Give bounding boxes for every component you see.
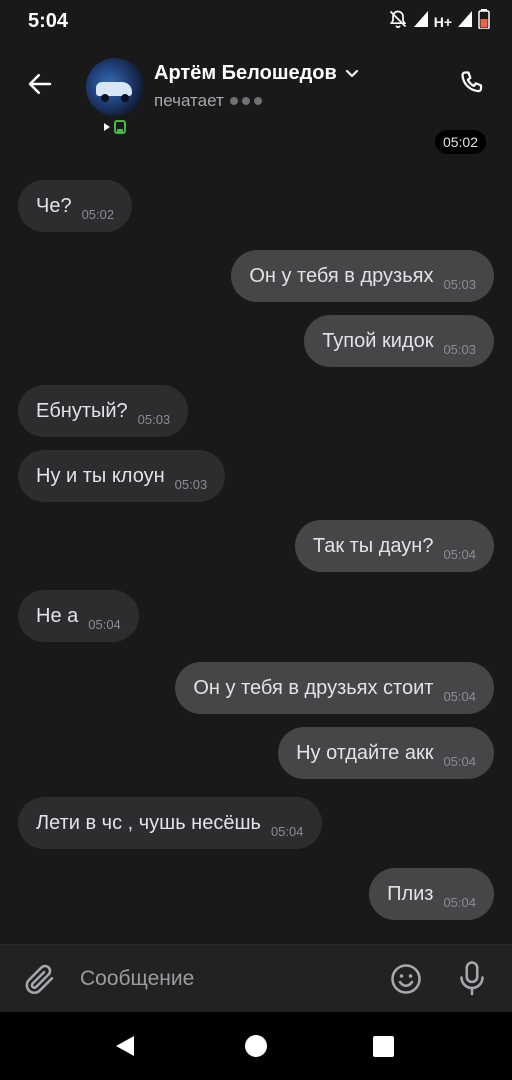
typing-status: печатает xyxy=(154,91,224,110)
message-text: Плиз xyxy=(387,882,434,905)
message-time: 05:04 xyxy=(443,688,476,704)
online-mobile-icon xyxy=(104,120,128,139)
attach-button[interactable] xyxy=(22,961,58,997)
message-time: 05:02 xyxy=(81,206,115,222)
back-button[interactable] xyxy=(22,66,58,102)
status-bar: 5:04 H+ xyxy=(0,0,512,44)
message-text: Ну и ты клоун xyxy=(36,464,165,487)
message-text: Так ты даун? xyxy=(312,534,434,557)
outgoing-message-bubble[interactable]: Так ты даун? 05:04 xyxy=(294,520,494,572)
message-text: Он у тебя в друзьях стоит xyxy=(193,676,434,699)
message-time: 05:03 xyxy=(174,476,208,492)
composer xyxy=(0,944,512,1012)
message-row: Че? 05:02 xyxy=(0,180,512,232)
voice-button[interactable] xyxy=(454,959,490,999)
battery-icon xyxy=(478,9,490,34)
message-list: Че? 05:02 Он у тебя в друзьях 05:03 Тупой ки… xyxy=(0,180,512,940)
outgoing-message-bubble[interactable]: Он у тебя в друзьях 05:03 xyxy=(231,250,494,302)
incoming-message-bubble[interactable]: Че? 05:02 xyxy=(18,180,133,232)
incoming-message-bubble[interactable]: Ну и ты клоун 05:03 xyxy=(18,450,226,502)
arrow-left-icon xyxy=(28,74,52,94)
outgoing-message-bubble[interactable]: Тупой кидок 05:03 xyxy=(304,315,494,367)
mute-bell-icon xyxy=(388,9,408,34)
message-text: Лети в чс , чушь несёшь xyxy=(36,811,261,834)
emoji-button[interactable] xyxy=(388,961,424,997)
message-text: Не а xyxy=(36,604,79,627)
chat-header: Артём Белошедов печатает 05:02 xyxy=(0,44,512,164)
chat-screen: 5:04 H+ Артём Белошедов печатает 05:02 Ч… xyxy=(0,0,512,1080)
date-chip: 05:02 xyxy=(434,130,486,154)
system-nav-bar xyxy=(0,1012,512,1080)
chevron-down-icon xyxy=(345,69,358,77)
message-row: Не а 05:04 xyxy=(0,590,512,642)
message-time: 05:04 xyxy=(443,753,476,769)
status-icons: H+ xyxy=(388,9,490,34)
message-row: Ну отдайте акк 05:04 xyxy=(0,727,512,779)
signal-icon xyxy=(413,11,428,32)
message-row: Тупой кидок 05:03 xyxy=(0,315,512,367)
microphone-icon xyxy=(460,961,484,996)
message-time: 05:04 xyxy=(270,823,304,839)
message-row: Он у тебя в друзьях 05:03 xyxy=(0,250,512,302)
message-time: 05:03 xyxy=(443,276,476,292)
signal-icon xyxy=(458,11,472,32)
message-time: 05:04 xyxy=(443,894,476,910)
paperclip-icon xyxy=(25,964,54,995)
message-text: Ну отдайте акк xyxy=(296,741,434,764)
contact-status: печатает xyxy=(154,91,262,111)
contact-name-text: Артём Белошедов xyxy=(154,62,337,84)
message-text: Тупой кидок xyxy=(322,329,434,352)
nav-back-icon[interactable] xyxy=(114,1034,138,1058)
message-row: Плиз 05:04 xyxy=(0,868,512,920)
message-input[interactable] xyxy=(80,959,370,999)
message-time: 05:04 xyxy=(88,616,121,632)
phone-icon xyxy=(461,71,483,93)
outgoing-message-bubble[interactable]: Ну отдайте акк 05:04 xyxy=(278,727,494,779)
message-text: Он у тебя в друзьях xyxy=(249,264,434,287)
message-row: Ну и ты клоун 05:03 xyxy=(0,450,512,502)
avatar[interactable] xyxy=(86,58,144,116)
status-time: 5:04 xyxy=(28,10,69,32)
message-time: 05:03 xyxy=(137,411,171,427)
message-row: Ебнутый? 05:03 xyxy=(0,385,512,437)
incoming-message-bubble[interactable]: Лети в чс , чушь несёшь 05:04 xyxy=(18,797,322,849)
emoji-icon xyxy=(391,964,421,994)
message-time: 05:03 xyxy=(443,341,476,357)
incoming-message-bubble[interactable]: Ебнутый? 05:03 xyxy=(18,385,189,437)
incoming-message-bubble[interactable]: Не а 05:04 xyxy=(18,590,139,642)
message-text: Ебнутый? xyxy=(36,399,128,422)
message-text: Че? xyxy=(36,194,72,217)
call-button[interactable] xyxy=(454,66,490,102)
typing-dots-icon xyxy=(229,97,262,105)
nav-recent-icon[interactable] xyxy=(373,1036,394,1057)
outgoing-message-bubble[interactable]: Плиз 05:04 xyxy=(369,868,494,920)
message-time: 05:04 xyxy=(443,546,476,562)
contact-name[interactable]: Артём Белошедов xyxy=(154,62,359,85)
message-row: Он у тебя в друзьях стоит 05:04 xyxy=(0,662,512,714)
nav-home-icon[interactable] xyxy=(245,1035,267,1057)
message-row: Лети в чс , чушь несёшь 05:04 xyxy=(0,797,512,849)
outgoing-message-bubble[interactable]: Он у тебя в друзьях стоит 05:04 xyxy=(175,662,494,714)
message-row: Так ты даун? 05:04 xyxy=(0,520,512,572)
network-type: H+ xyxy=(433,13,452,30)
